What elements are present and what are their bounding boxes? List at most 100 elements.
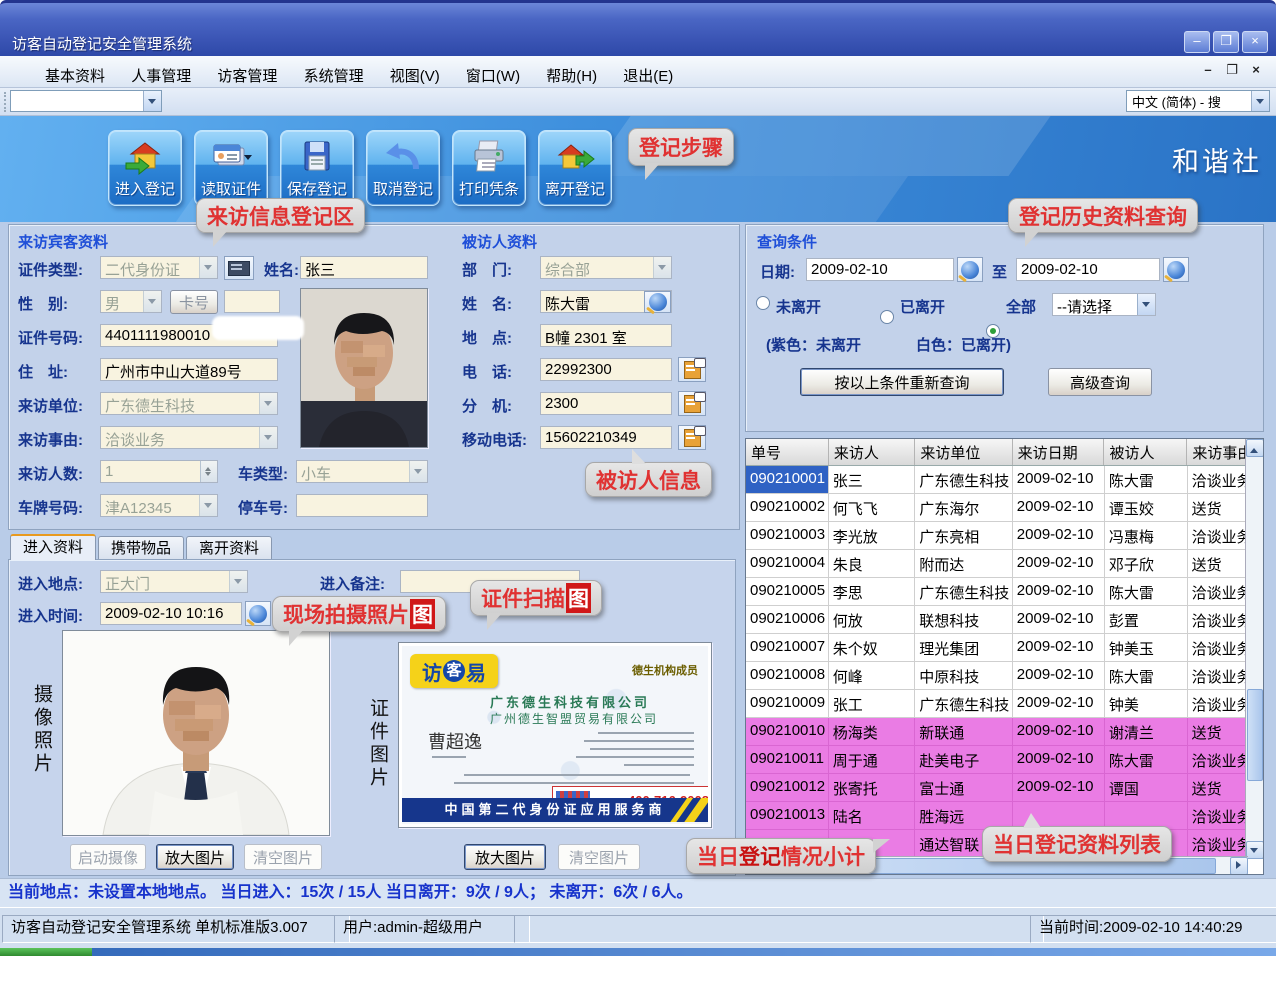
- phone-field[interactable]: 22992300: [540, 358, 672, 381]
- table-cell[interactable]: 广东海尔: [915, 494, 1013, 522]
- visitor-count-stepper[interactable]: 1: [100, 460, 218, 483]
- table-cell[interactable]: 2009-02-10: [1013, 466, 1105, 494]
- table-cell[interactable]: 2009-02-10: [1013, 578, 1105, 606]
- table-cell[interactable]: 李思: [829, 578, 915, 606]
- date-from-field[interactable]: 2009-02-10: [806, 258, 954, 281]
- table-cell[interactable]: 广东亮相: [915, 522, 1013, 550]
- date-to-picker-button[interactable]: [1163, 257, 1189, 282]
- table-cell[interactable]: 彭置: [1105, 606, 1188, 634]
- table-row[interactable]: 090210007朱个奴理光集团2009-02-10钟美玉洽谈业务: [746, 634, 1263, 662]
- table-cell[interactable]: 附而达: [915, 550, 1013, 578]
- table-cell[interactable]: 090210007: [746, 634, 829, 662]
- minimize-icon[interactable]: –: [1184, 31, 1210, 53]
- table-cell[interactable]: 朱良: [829, 550, 915, 578]
- table-cell[interactable]: 广东德生科技: [915, 466, 1013, 494]
- print-receipt-button[interactable]: 打印凭条: [452, 130, 526, 206]
- table-cell[interactable]: 谭国: [1105, 774, 1188, 802]
- table-row[interactable]: 090210005李思广东德生科技2009-02-10陈大雷洽谈业务: [746, 578, 1263, 606]
- table-cell[interactable]: 090210002: [746, 494, 829, 522]
- visit-reason-select[interactable]: 洽谈业务: [100, 426, 278, 449]
- address-field[interactable]: 广州市中山大道89号: [100, 358, 278, 381]
- search-person-button[interactable]: [644, 291, 671, 313]
- table-cell[interactable]: 090210011: [746, 746, 829, 774]
- cancel-register-button[interactable]: 取消登记: [366, 130, 440, 206]
- table-cell[interactable]: 090210009: [746, 690, 829, 718]
- table-cell[interactable]: 陈大雷: [1105, 578, 1188, 606]
- chevron-down-icon[interactable]: [1251, 91, 1269, 111]
- chevron-down-icon[interactable]: [653, 257, 671, 278]
- table-cell[interactable]: 2009-02-10: [1013, 718, 1105, 746]
- cert-type-select[interactable]: 二代身份证: [100, 256, 218, 279]
- chevron-down-icon[interactable]: [199, 495, 217, 516]
- table-row[interactable]: 090210001张三广东德生科技2009-02-10陈大雷洽谈业务: [746, 466, 1263, 494]
- tab-enter-info[interactable]: 进入资料: [10, 534, 96, 560]
- filter-select[interactable]: --请选择: [1052, 293, 1156, 316]
- tab-leave-info[interactable]: 离开资料: [186, 536, 272, 560]
- table-cell[interactable]: 杨海类: [829, 718, 915, 746]
- toolbar-grip[interactable]: [4, 92, 8, 112]
- enter-location-select[interactable]: 正大门: [100, 570, 248, 593]
- table-cell[interactable]: 2009-02-10: [1013, 522, 1105, 550]
- table-cell[interactable]: 钟美: [1105, 690, 1188, 718]
- card-number-button[interactable]: 卡号: [170, 290, 218, 314]
- col-header[interactable]: 来访日期: [1013, 439, 1105, 465]
- mobile-field[interactable]: 15602210349: [540, 426, 672, 449]
- table-row[interactable]: 090210004朱良附而达2009-02-10邓子欣送货: [746, 550, 1263, 578]
- quick-combo[interactable]: [10, 90, 162, 112]
- mdi-minimize-icon[interactable]: –: [1198, 62, 1218, 80]
- table-row[interactable]: 090210009张工广东德生科技2009-02-10钟美洽谈业务: [746, 690, 1263, 718]
- call-ext-button[interactable]: [678, 391, 706, 416]
- col-header[interactable]: 来访单位: [915, 439, 1012, 465]
- table-cell[interactable]: 谭玉姣: [1105, 494, 1188, 522]
- table-cell[interactable]: 李光放: [829, 522, 915, 550]
- scroll-up-icon[interactable]: [1246, 439, 1264, 457]
- card-number-field[interactable]: [224, 290, 280, 313]
- radio-left[interactable]: [880, 310, 894, 324]
- table-cell[interactable]: 何飞飞: [829, 494, 915, 522]
- card-reader-button[interactable]: [224, 256, 254, 280]
- gender-select[interactable]: 男: [100, 290, 162, 313]
- call-mobile-button[interactable]: [678, 425, 706, 450]
- chevron-down-icon[interactable]: [259, 427, 277, 448]
- table-cell[interactable]: 张工: [829, 690, 915, 718]
- scroll-thumb[interactable]: [1247, 689, 1263, 781]
- table-cell[interactable]: 陆名: [829, 802, 915, 830]
- table-row[interactable]: 090210011周于通赴美电子2009-02-10陈大雷洽谈业务: [746, 746, 1263, 774]
- chevron-down-icon[interactable]: [409, 461, 427, 482]
- chevron-down-icon[interactable]: [1137, 294, 1155, 315]
- table-cell[interactable]: 中原科技: [915, 662, 1013, 690]
- requery-button[interactable]: 按以上条件重新查询: [800, 368, 1004, 396]
- table-cell[interactable]: 何放: [829, 606, 915, 634]
- dept-select[interactable]: 综合部: [540, 256, 672, 279]
- table-row[interactable]: 090210002何飞飞广东海尔2009-02-10谭玉姣送货: [746, 494, 1263, 522]
- date-to-field[interactable]: 2009-02-10: [1016, 258, 1160, 281]
- start-camera-button[interactable]: 启动摄像: [70, 844, 146, 870]
- table-cell[interactable]: 联想科技: [915, 606, 1013, 634]
- enter-time-field[interactable]: 2009-02-10 10:16: [100, 602, 242, 625]
- table-cell[interactable]: 邓子欣: [1105, 550, 1188, 578]
- table-cell[interactable]: 赴美电子: [915, 746, 1013, 774]
- zoom-photo-button[interactable]: 放大图片: [156, 844, 234, 870]
- save-register-button[interactable]: 保存登记: [280, 130, 354, 206]
- table-cell[interactable]: 2009-02-10: [1013, 634, 1105, 662]
- leave-register-button[interactable]: 离开登记: [538, 130, 612, 206]
- col-header[interactable]: 被访人: [1104, 439, 1187, 465]
- table-cell[interactable]: 2009-02-10: [1013, 494, 1105, 522]
- table-cell[interactable]: 陈大雷: [1105, 662, 1188, 690]
- clear-cert-button[interactable]: 清空图片: [558, 844, 640, 870]
- table-cell[interactable]: 何峰: [829, 662, 915, 690]
- table-cell[interactable]: 2009-02-10: [1013, 606, 1105, 634]
- table-row[interactable]: 090210012张寄托富士通2009-02-10谭国送货: [746, 774, 1263, 802]
- table-cell[interactable]: 2009-02-10: [1013, 550, 1105, 578]
- chevron-down-icon[interactable]: [259, 393, 277, 414]
- mdi-close-icon[interactable]: ×: [1246, 62, 1266, 80]
- table-cell[interactable]: 陈大雷: [1105, 466, 1188, 494]
- ext-field[interactable]: 2300: [540, 392, 672, 415]
- scroll-right-icon[interactable]: [1230, 857, 1248, 875]
- table-cell[interactable]: 朱个奴: [829, 634, 915, 662]
- ime-selector[interactable]: 中文 (简体) - 搜: [1126, 90, 1270, 112]
- close-icon[interactable]: ×: [1242, 31, 1268, 53]
- table-cell[interactable]: 新联通: [915, 718, 1013, 746]
- table-cell[interactable]: 2009-02-10: [1013, 746, 1105, 774]
- time-picker-button[interactable]: [245, 601, 271, 626]
